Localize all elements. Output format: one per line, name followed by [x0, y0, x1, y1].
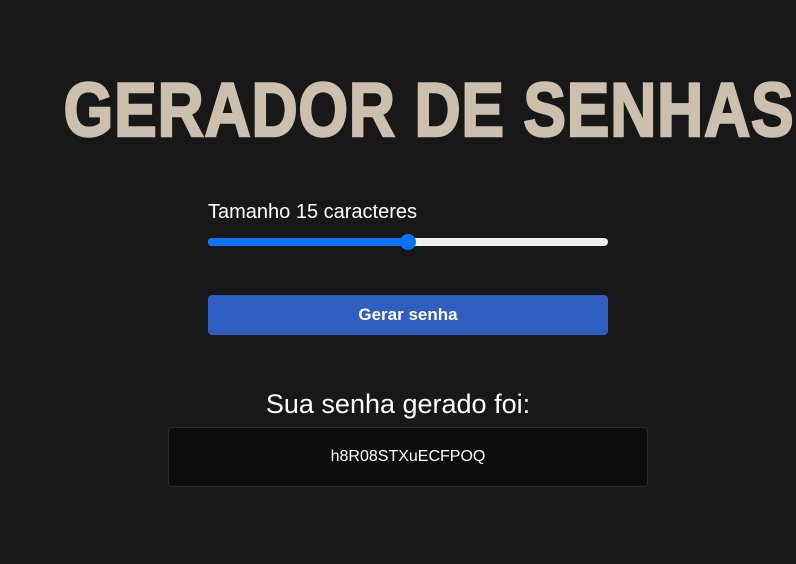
page-title: GERADOR DE SENHAS	[63, 67, 795, 155]
generate-password-button[interactable]: Gerar senha	[208, 295, 608, 335]
generated-password-output: h8R08STXuECFPOQ	[168, 427, 648, 487]
password-generator-page: GERADOR DE SENHAS Tamanho 15 caracteres …	[0, 0, 796, 564]
result-label: Sua senha gerado foi:	[265, 389, 531, 419]
generated-password-text: h8R08STXuECFPOQ	[330, 448, 486, 465]
length-label: Tamanho 15 caracteres	[208, 201, 418, 223]
slider-fill	[208, 238, 408, 246]
length-slider[interactable]	[208, 232, 608, 252]
slider-thumb[interactable]	[400, 234, 416, 250]
